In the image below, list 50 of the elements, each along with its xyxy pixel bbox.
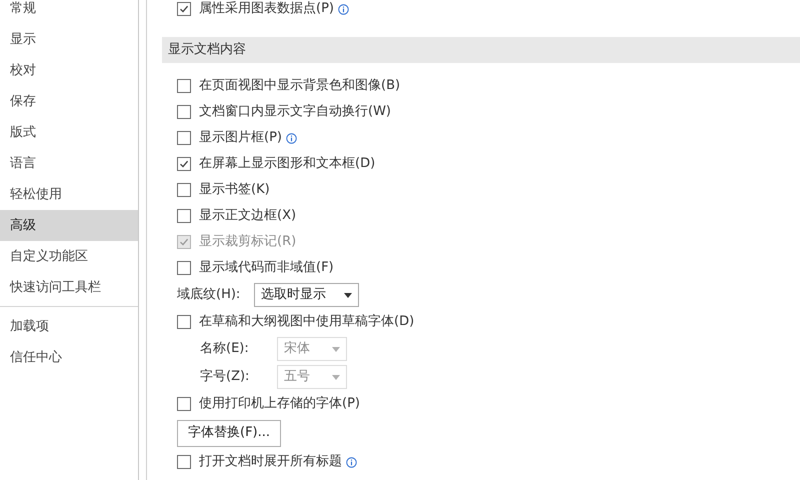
info-icon (286, 132, 297, 144)
checkbox[interactable] (177, 209, 191, 223)
option-label: 显示图片框(P) (199, 129, 282, 148)
option-label: 显示裁剪标记(R) (199, 233, 296, 252)
info-icon (346, 456, 357, 468)
sidebar-item[interactable]: 快速访问工具栏 (0, 272, 138, 303)
sidebar-item[interactable]: 版式 (0, 117, 138, 148)
caret-icon (332, 374, 340, 380)
checkbox[interactable] (177, 397, 191, 411)
field-label: 字号(Z): (200, 368, 250, 386)
caret-icon (344, 292, 352, 298)
option-label: 显示域代码而非域值(F) (199, 259, 334, 278)
checkbox[interactable] (177, 105, 191, 119)
section-header: 显示文档内容 (162, 37, 800, 63)
checkbox[interactable] (177, 183, 191, 197)
field-label: 域底纹(H): (177, 286, 242, 304)
sidebar-item[interactable]: 校对 (0, 55, 138, 86)
checkbox[interactable] (177, 157, 191, 171)
checkbox[interactable] (177, 131, 191, 145)
check-icon (179, 237, 189, 247)
info-icon (338, 4, 349, 14)
sidebar-item[interactable]: 加载项 (0, 311, 138, 342)
sidebar-item[interactable]: 显示 (0, 24, 138, 55)
dropdown[interactable]: 选取时显示 (254, 283, 359, 307)
checkbox[interactable] (177, 79, 191, 93)
sidebar-item[interactable]: 信任中心 (0, 342, 138, 373)
option-label: 属性采用图表数据点(P) (199, 0, 334, 18)
check-icon (179, 4, 189, 14)
sidebar-item[interactable]: 常规 (0, 0, 138, 24)
sidebar-item[interactable]: 高级 (0, 210, 138, 241)
check-icon (179, 159, 189, 169)
checkbox[interactable] (177, 315, 191, 329)
option-label: 显示正文边框(X) (199, 207, 296, 226)
option-label: 显示书签(K) (199, 181, 270, 200)
field-label: 名称(E): (200, 340, 250, 358)
checkbox[interactable] (177, 2, 191, 16)
caret-icon (332, 346, 340, 352)
checkbox[interactable] (177, 261, 191, 275)
option-label: 文档窗口内显示文字自动换行(W) (199, 103, 391, 122)
sidebar-item[interactable]: 语言 (0, 148, 138, 179)
sidebar-item[interactable]: 轻松使用 (0, 179, 138, 210)
option-label: 在屏幕上显示图形和文本框(D) (199, 155, 376, 174)
option-label: 使用打印机上存储的字体(P) (199, 395, 360, 414)
option-label: 在页面视图中显示背景色和图像(B) (199, 77, 400, 96)
checkbox[interactable] (177, 455, 191, 469)
sidebar-item[interactable]: 自定义功能区 (0, 241, 138, 272)
sidebar-item[interactable]: 保存 (0, 86, 138, 117)
option-label: 打开文档时展开所有标题 (199, 453, 342, 472)
font-substitution-button[interactable]: 字体替换(F)... (177, 420, 282, 446)
option-label: 在草稿和大纲视图中使用草稿字体(D) (199, 313, 414, 332)
